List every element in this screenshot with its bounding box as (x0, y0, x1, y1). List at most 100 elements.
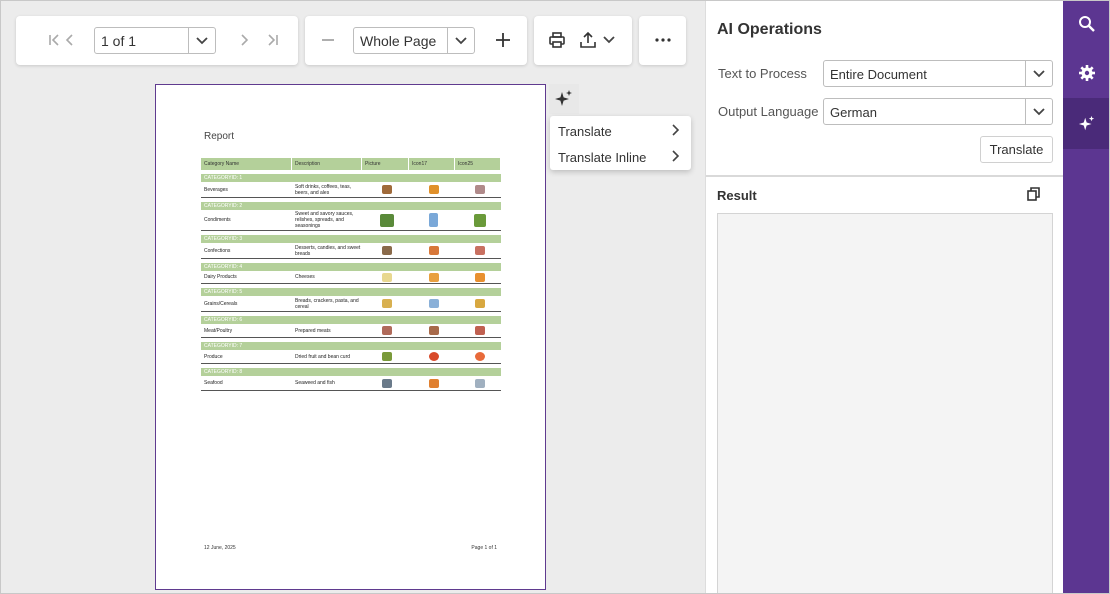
result-label: Result (717, 188, 757, 203)
zoom-value: Whole Page (360, 33, 437, 49)
category-name-cell: Confections (204, 247, 231, 254)
chevron-right-icon (672, 150, 680, 162)
document-page: Report Category Name Description Picture… (155, 84, 546, 590)
sparkle-icon (555, 90, 572, 106)
print-button[interactable] (543, 26, 571, 54)
icon17-cell (409, 378, 455, 388)
food-icon (474, 272, 485, 282)
icon25-cell (455, 185, 501, 194)
page-number-select[interactable]: 1 of 1 (94, 27, 216, 54)
text-to-process-label: Text to Process (718, 66, 807, 81)
group-header: CATEGORYID: 5 (201, 288, 501, 296)
ai-tab-button[interactable] (1063, 98, 1110, 149)
last-page-button[interactable] (259, 26, 287, 54)
column-header: Category Name (201, 158, 292, 170)
zoom-in-button[interactable] (489, 26, 517, 54)
group-header: CATEGORYID: 8 (201, 368, 501, 376)
output-language-label: Output Language (718, 104, 819, 119)
zoom-out-icon (322, 39, 334, 41)
category-name-cell: Condiments (204, 217, 231, 223)
panel-title: AI Operations (717, 21, 822, 38)
column-header: Picture (362, 158, 409, 170)
food-image (382, 378, 392, 388)
description-cell: Prepared meats (295, 327, 331, 334)
search-tab-button[interactable] (1063, 0, 1110, 48)
icon25-cell (455, 246, 501, 255)
next-page-button[interactable] (230, 26, 258, 54)
icon25-cell (455, 378, 501, 388)
text-to-process-value: Entire Document (830, 67, 927, 82)
zoom-out-button[interactable] (314, 26, 342, 54)
column-header: Icon25 (455, 158, 501, 170)
group-header: CATEGORYID: 7 (201, 342, 501, 350)
chevron-down-icon (1033, 69, 1045, 77)
description-cell: Desserts, candies, and sweet breads (295, 244, 361, 257)
report-title: Report (204, 131, 235, 142)
food-icon (428, 246, 439, 255)
menu-item-translate-inline[interactable]: Translate Inline (550, 143, 691, 169)
table-row: Condiments Sweet and savory sauces, reli… (201, 210, 501, 231)
output-language-dropdown-button[interactable] (1025, 99, 1052, 124)
copy-icon (1027, 187, 1040, 201)
icon25-cell (455, 299, 501, 308)
category-name-cell: Grains/Cereals (204, 300, 238, 307)
zoom-select[interactable]: Whole Page (353, 27, 475, 54)
export-dropdown-button[interactable] (595, 26, 623, 54)
report-table-header: Category Name Description Picture Icon17… (201, 158, 501, 170)
zoom-dropdown-button[interactable] (447, 28, 474, 53)
category-name-cell: Beverages (204, 186, 228, 193)
text-to-process-select[interactable]: Entire Document (823, 60, 1053, 87)
output-language-select[interactable]: German (823, 98, 1053, 125)
group-header: CATEGORYID: 6 (201, 316, 501, 324)
group-header: CATEGORYID: 4 (201, 263, 501, 271)
picture-cell (362, 272, 409, 282)
icon17-cell (409, 326, 455, 335)
icon25-cell (455, 272, 501, 282)
group-header: CATEGORYID: 1 (201, 174, 501, 182)
food-icon (428, 185, 439, 194)
food-icon (474, 185, 485, 194)
food-image (382, 299, 392, 308)
group-header: CATEGORYID: 2 (201, 202, 501, 210)
print-icon (549, 32, 565, 48)
description-cell: Sweet and savory sauces, relishes, sprea… (295, 211, 354, 229)
group-header: CATEGORYID: 3 (201, 235, 501, 243)
description-cell: Dried fruit and bean curd (295, 353, 351, 360)
page-dropdown-button[interactable] (188, 28, 215, 53)
more-icon (655, 38, 671, 42)
food-icon (428, 272, 439, 282)
more-button[interactable] (649, 26, 677, 54)
category-name-cell: Dairy Products (204, 274, 237, 280)
icon17-cell (409, 213, 455, 227)
panel-divider (706, 175, 1064, 177)
food-icon (428, 326, 439, 335)
settings-tab-button[interactable] (1063, 49, 1110, 97)
prev-page-button[interactable] (56, 26, 84, 54)
food-icon (428, 378, 439, 388)
footer-page-number: Page 1 of 1 (471, 545, 497, 551)
copy-result-button[interactable] (1026, 186, 1042, 202)
ai-actions-button[interactable] (549, 84, 579, 114)
food-icon (474, 352, 485, 361)
column-header: Icon17 (409, 158, 455, 170)
result-text-area[interactable] (717, 213, 1053, 594)
navigation-toolbar: 1 of 1 (16, 16, 298, 65)
category-name-cell: Meat/Poultry (204, 327, 233, 334)
text-to-process-dropdown-button[interactable] (1025, 61, 1052, 86)
sparkle-icon (1078, 115, 1094, 130)
footer-date: 12 June, 2025 (204, 545, 236, 551)
menu-item-translate[interactable]: Translate (550, 117, 691, 143)
food-icon (474, 246, 485, 255)
icon25-cell (455, 326, 501, 335)
icon17-cell (409, 299, 455, 308)
table-row: Dairy Products Cheeses (201, 271, 501, 284)
description-cell: Seaweed and fish (295, 380, 335, 386)
last-page-icon (268, 34, 278, 46)
food-image (382, 272, 392, 282)
print-export-toolbar (534, 16, 632, 65)
food-icon (428, 299, 439, 308)
translate-button[interactable]: Translate (980, 136, 1053, 163)
picture-cell (362, 352, 409, 361)
table-row: Beverages Soft drinks, coffees, teas, be… (201, 182, 501, 198)
icon25-cell (455, 352, 501, 361)
